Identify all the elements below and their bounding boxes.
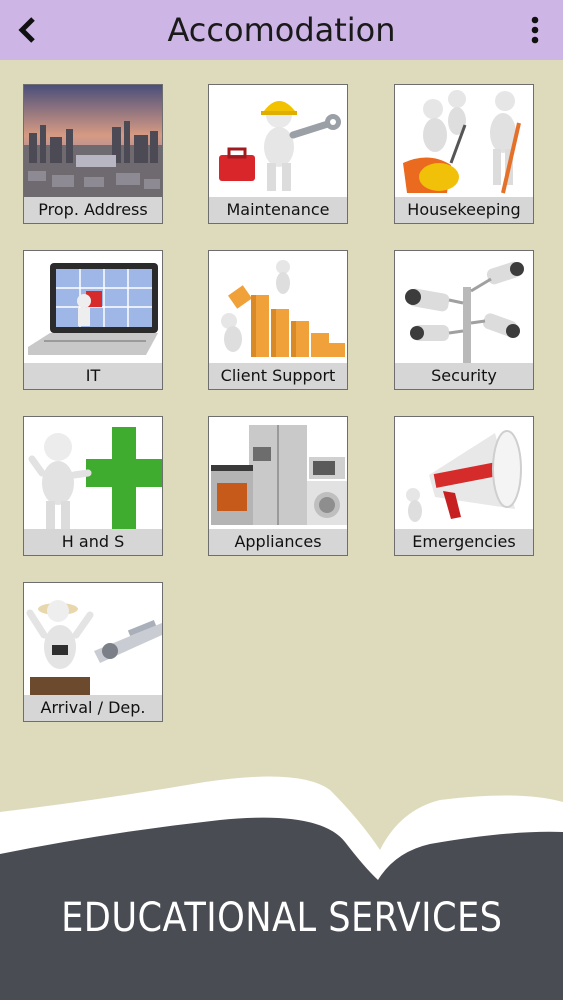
page-title: Accomodation [167,11,396,49]
tile-label: Appliances [209,529,347,555]
tile-h-and-s[interactable]: H and S [23,416,163,556]
tile-label: Arrival / Dep. [24,695,162,721]
tile-appliances[interactable]: Appliances [208,416,348,556]
cleaning-crew-image [395,85,533,197]
tile-housekeeping[interactable]: Housekeeping [394,84,534,224]
footer-banner [0,776,563,1000]
cctv-cameras-image [395,251,533,363]
traveler-airplane-image [24,583,162,695]
tile-maintenance[interactable]: Maintenance [208,84,348,224]
home-appliances-image [209,417,347,529]
back-button[interactable] [8,10,48,50]
health-cross-image [24,417,162,529]
chevron-left-icon [18,17,35,43]
tile-label: Housekeeping [395,197,533,223]
city-skyline-image [24,85,162,197]
tile-label: IT [24,363,162,389]
tile-label: Security [395,363,533,389]
tile-label: Prop. Address [24,197,162,223]
worker-wrench-image [209,85,347,197]
footer-title-text: EDUCATIONAL SERVICES [60,895,503,941]
megaphone-image [395,417,533,529]
tile-emergencies[interactable]: Emergencies [394,416,534,556]
tile-label: Client Support [209,363,347,389]
tile-security[interactable]: Security [394,250,534,390]
tile-arrival-departure[interactable]: Arrival / Dep. [23,582,163,722]
tile-client-support[interactable]: Client Support [208,250,348,390]
app-bar: Accomodation [0,0,563,60]
tile-it[interactable]: IT [23,250,163,390]
laptop-puzzle-image [24,251,162,363]
overflow-menu-button[interactable] [515,10,555,50]
more-vertical-icon [531,16,539,44]
footer-title: EDUCATIONAL SERVICES [0,895,563,941]
tile-prop-address[interactable]: Prop. Address [23,84,163,224]
tile-label: Emergencies [395,529,533,555]
climbing-steps-image [209,251,347,363]
tile-label: Maintenance [209,197,347,223]
tile-label: H and S [24,529,162,555]
